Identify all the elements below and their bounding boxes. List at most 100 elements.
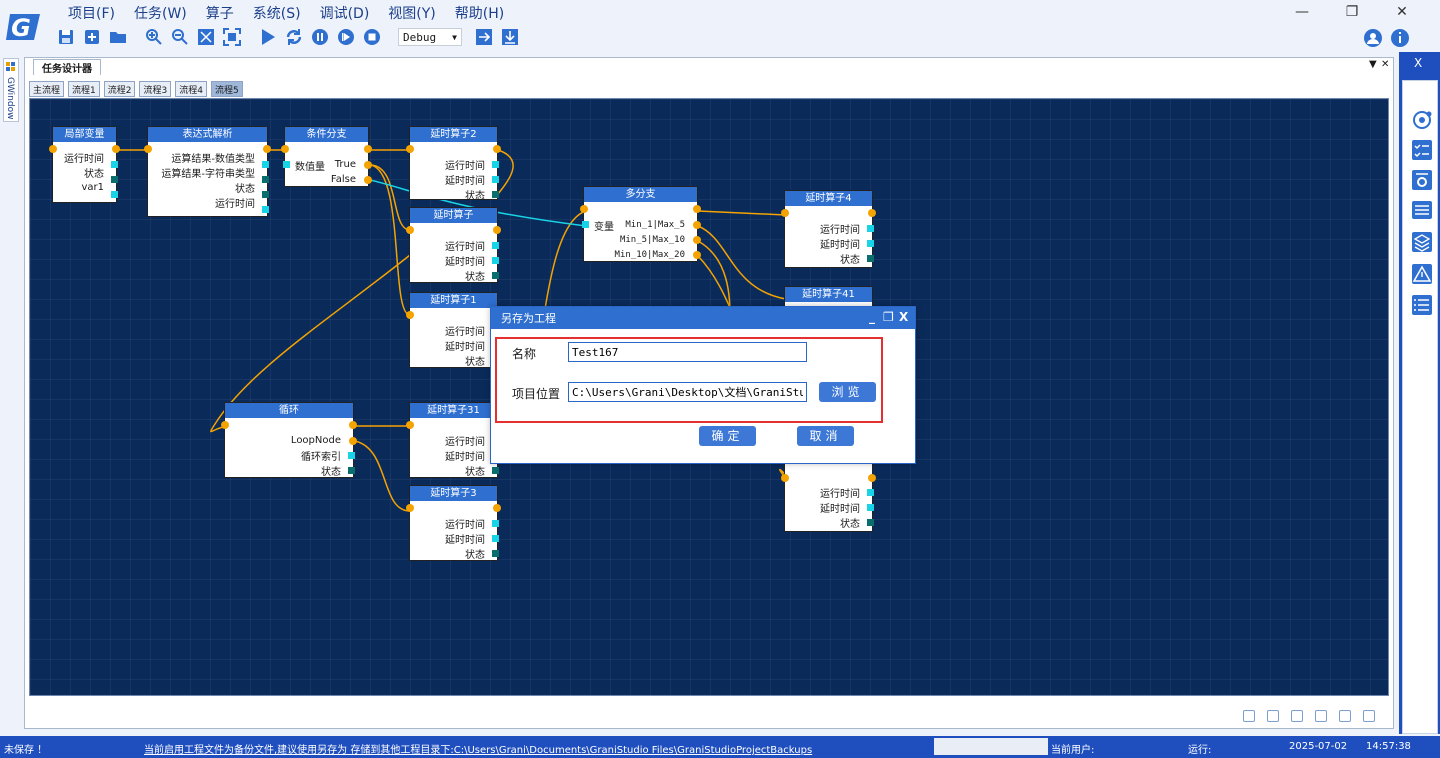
- output-pin[interactable]: [693, 251, 701, 259]
- tab-dropdown-icon[interactable]: ▼: [1369, 59, 1377, 70]
- dialog-minimize-button[interactable]: _: [869, 310, 875, 324]
- menu-project[interactable]: 项目(F): [68, 3, 115, 23]
- data-pin[interactable]: [492, 257, 499, 264]
- data-pin[interactable]: [283, 161, 290, 168]
- orbit-icon[interactable]: [1411, 109, 1433, 131]
- input-pin[interactable]: [406, 504, 414, 512]
- node-loop[interactable]: 循环 LoopNode 循环索引 状态: [221, 402, 357, 478]
- input-pin[interactable]: [406, 226, 414, 234]
- data-pin[interactable]: [867, 519, 874, 526]
- output-pin[interactable]: [364, 176, 372, 184]
- node-delay-3[interactable]: 延时算子3 运行时间 延时时间 状态: [406, 485, 501, 561]
- menu-view[interactable]: 视图(Y): [388, 3, 435, 23]
- warning-icon[interactable]: [1411, 263, 1433, 285]
- output-pin[interactable]: [364, 161, 372, 169]
- data-pin[interactable]: [348, 467, 355, 474]
- gwindow-panel[interactable]: GWindow: [3, 58, 19, 122]
- node-delay-2[interactable]: 延时算子2 运行时间 延时时间 状态: [406, 126, 501, 202]
- data-pin[interactable]: [262, 176, 269, 183]
- input-pin[interactable]: [406, 145, 414, 153]
- input-pin[interactable]: [49, 145, 57, 153]
- data-pin[interactable]: [492, 242, 499, 249]
- data-pin[interactable]: [867, 489, 874, 496]
- output-pin[interactable]: [693, 205, 701, 213]
- data-pin[interactable]: [867, 504, 874, 511]
- output-pin[interactable]: [493, 226, 501, 234]
- window-restore-button[interactable]: ❐: [1342, 4, 1362, 20]
- settings-icon[interactable]: [1411, 169, 1433, 191]
- align-icon[interactable]: [1243, 710, 1255, 722]
- clear-icon[interactable]: [1363, 710, 1375, 722]
- tab-main-flow[interactable]: 主流程: [29, 81, 65, 97]
- data-pin[interactable]: [492, 191, 499, 198]
- input-pin[interactable]: [406, 421, 414, 429]
- data-pin[interactable]: [111, 161, 118, 168]
- data-pin[interactable]: [262, 191, 269, 198]
- node-local-variable[interactable]: 局部变量 运行时间 状态 var1: [49, 126, 120, 203]
- output-pin[interactable]: [693, 236, 701, 244]
- node-conditional-branch[interactable]: 条件分支 数值量 True False: [281, 126, 372, 187]
- data-pin[interactable]: [867, 240, 874, 247]
- data-pin[interactable]: [492, 467, 499, 474]
- menu-help[interactable]: 帮助(H): [455, 3, 504, 23]
- output-pin[interactable]: [493, 145, 501, 153]
- copy-icon[interactable]: [1291, 710, 1303, 722]
- menu-system[interactable]: 系统(S): [253, 3, 301, 23]
- zoom-out-icon[interactable]: [170, 27, 190, 47]
- zoom-in-icon[interactable]: [144, 27, 164, 47]
- new-file-icon[interactable]: [82, 27, 102, 47]
- fit-view-icon[interactable]: [196, 27, 216, 47]
- data-pin[interactable]: [262, 206, 269, 213]
- menu-debug[interactable]: 调试(D): [320, 3, 370, 23]
- step-icon[interactable]: [336, 27, 356, 47]
- dialog-close-button[interactable]: X: [899, 310, 908, 324]
- tab-flow-3[interactable]: 流程3: [139, 81, 172, 97]
- breakpoint-icon[interactable]: [474, 27, 494, 47]
- output-pin[interactable]: [693, 221, 701, 229]
- delete-icon[interactable]: [1339, 710, 1351, 722]
- data-pin[interactable]: [492, 176, 499, 183]
- run-icon[interactable]: [258, 27, 278, 47]
- data-pin[interactable]: [582, 221, 589, 228]
- pause-icon[interactable]: [310, 27, 330, 47]
- dialog-titlebar[interactable]: 另存为工程 _ ❐ X: [491, 307, 915, 329]
- data-pin[interactable]: [492, 535, 499, 542]
- backup-notice-link[interactable]: 当前启用工程文件为备份文件,建议使用另存为 存储到其他工程目录下:C:\User…: [144, 741, 812, 756]
- info-icon[interactable]: [1390, 28, 1410, 48]
- layers-icon[interactable]: [1411, 231, 1433, 253]
- node-delay-4[interactable]: 延时算子4 运行时间 延时时间 状态: [781, 190, 876, 268]
- data-pin[interactable]: [867, 255, 874, 262]
- fullscreen-icon[interactable]: [222, 27, 242, 47]
- window-minimize-button[interactable]: —: [1292, 4, 1312, 20]
- stop-icon[interactable]: [362, 27, 382, 47]
- list-icon[interactable]: [1411, 294, 1433, 316]
- data-pin[interactable]: [492, 272, 499, 279]
- output-pin[interactable]: [493, 504, 501, 512]
- dock-close-icon[interactable]: X: [1414, 56, 1422, 70]
- download-icon[interactable]: [500, 27, 520, 47]
- table-icon[interactable]: [1411, 199, 1433, 221]
- output-pin[interactable]: [868, 209, 876, 217]
- menu-task[interactable]: 任务(W): [134, 3, 187, 23]
- data-pin[interactable]: [492, 520, 499, 527]
- node-multi-branch[interactable]: 多分支 变量 Min_1|Max_5 Min_5|Max_10 Min_10|M…: [580, 186, 701, 262]
- save-icon[interactable]: [56, 27, 76, 47]
- loop-run-icon[interactable]: [284, 27, 304, 47]
- tab-flow-4[interactable]: 流程4: [175, 81, 207, 97]
- data-pin[interactable]: [262, 161, 269, 168]
- output-pin[interactable]: [364, 145, 372, 153]
- run-mode-select[interactable]: Debug ▼: [398, 28, 462, 46]
- data-pin[interactable]: [348, 452, 355, 459]
- input-pin[interactable]: [281, 145, 289, 153]
- output-pin[interactable]: [868, 474, 876, 482]
- user-icon[interactable]: [1363, 28, 1383, 48]
- output-pin[interactable]: [112, 145, 120, 153]
- group-icon[interactable]: [1267, 710, 1279, 722]
- browse-button[interactable]: 浏览: [819, 382, 876, 402]
- output-pin[interactable]: [349, 437, 357, 445]
- tab-close-icon[interactable]: ✕: [1381, 59, 1389, 70]
- input-pin[interactable]: [144, 145, 152, 153]
- input-pin[interactable]: [406, 311, 414, 319]
- data-pin[interactable]: [111, 176, 118, 183]
- node-delay-31[interactable]: 延时算子31 运行时间 延时时间 状态: [406, 402, 501, 478]
